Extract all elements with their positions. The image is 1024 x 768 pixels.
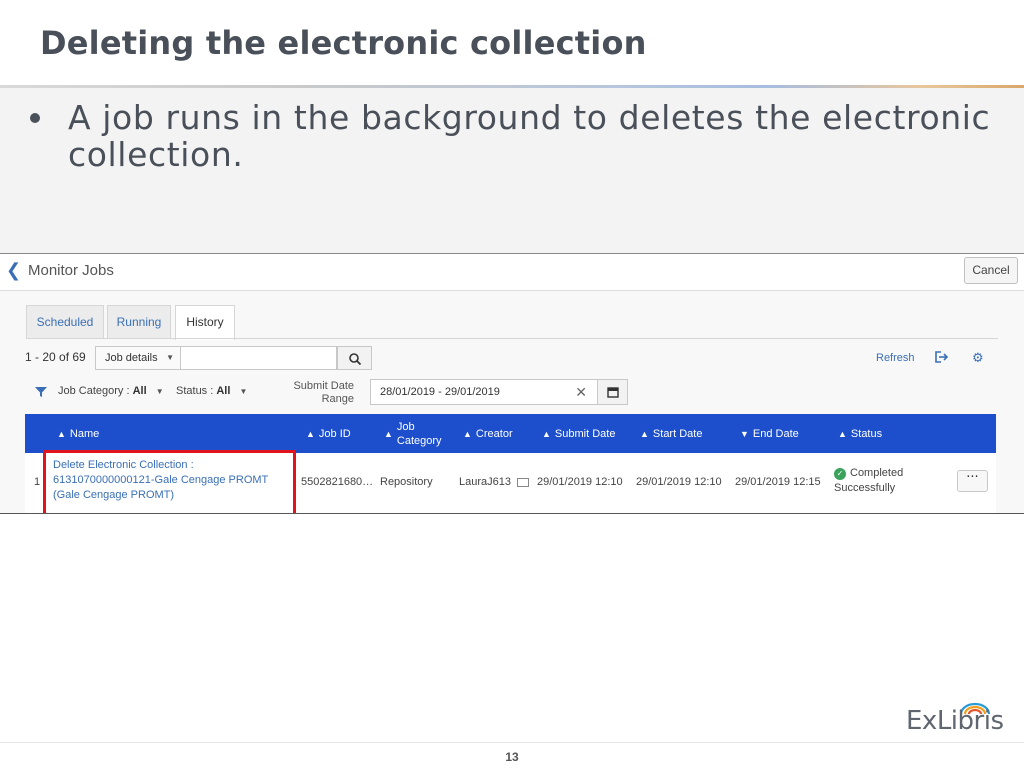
job-category-cell: Repository: [380, 476, 433, 488]
search-scope-label: Job details: [105, 352, 158, 364]
search-icon: [349, 353, 362, 366]
column-header-end-date[interactable]: ▼ End Date: [740, 414, 799, 453]
result-count: 1 - 20 of 69: [25, 350, 86, 364]
job-category-filter-value: All: [132, 385, 147, 397]
creator-name: LauraJ613: [459, 476, 511, 488]
check-circle-icon: ✓: [834, 468, 846, 480]
status-cell: Completed Successfully: [834, 467, 904, 494]
slide-title: Deleting the electronic collection: [40, 24, 647, 62]
gear-icon[interactable]: ⚙: [972, 351, 984, 366]
column-header-status[interactable]: ▲︎ Status: [838, 414, 882, 453]
sort-icon: ▲︎: [838, 428, 847, 439]
page-title: Monitor Jobs: [28, 262, 114, 279]
column-header-start-date[interactable]: ▲︎ Start Date: [640, 414, 702, 453]
start-date-cell: 29/01/2019 12:10: [636, 476, 722, 488]
export-icon[interactable]: [934, 350, 950, 364]
column-header-name[interactable]: ▲︎ Name: [57, 414, 99, 453]
search-input[interactable]: [181, 346, 337, 370]
end-date-cell: 29/01/2019 12:15: [735, 476, 821, 488]
job-id-cell: 5502821680…: [301, 476, 374, 488]
job-category-filter[interactable]: Job Category : All ▼: [58, 385, 164, 397]
sort-icon: ▲︎: [463, 428, 472, 439]
submit-date-label: Submit Date Range: [293, 380, 354, 405]
exlibris-logo: ExLibris: [906, 706, 1004, 736]
back-chevron-icon[interactable]: ❮: [6, 260, 21, 281]
sort-icon: ▲︎: [384, 428, 393, 439]
page-header: ❮ Monitor Jobs Cancel: [0, 254, 1024, 291]
bullet-dot-icon: [30, 113, 40, 123]
search-button[interactable]: [337, 346, 372, 370]
job-category-filter-label: Job Category :: [58, 385, 130, 397]
user-card-icon[interactable]: [517, 477, 530, 487]
caret-down-icon: ▼: [155, 387, 164, 396]
column-header-submit-date[interactable]: ▲︎ Submit Date: [542, 414, 615, 453]
bullet-text: A job runs in the background to deletes …: [68, 98, 991, 174]
sort-icon: ▲︎: [542, 428, 551, 439]
clear-icon[interactable]: ✕: [575, 380, 587, 404]
tab-running[interactable]: Running: [107, 305, 171, 339]
submit-date-value: 28/01/2019 - 29/01/2019: [380, 386, 500, 398]
column-header-job-id[interactable]: ▲︎ Job ID: [306, 414, 351, 453]
status-filter[interactable]: Status : All ▼: [176, 385, 247, 397]
table-header: ▲︎ Name ▲︎ Job ID ▲︎ Job Category ▲︎ Creator…: [25, 414, 996, 453]
calendar-icon: [607, 387, 619, 398]
sort-desc-icon: ▼: [740, 428, 749, 439]
row-index: 1: [34, 476, 41, 488]
footer-divider: [0, 742, 1024, 743]
sort-icon: ▲︎: [306, 428, 315, 439]
filter-icon: [35, 387, 47, 397]
column-header-job-category[interactable]: ▲︎ Job Category: [384, 414, 446, 453]
calendar-button[interactable]: [598, 379, 628, 405]
page-number: 13: [505, 750, 519, 764]
caret-down-icon: ▼: [239, 387, 248, 396]
monitor-jobs-screenshot: ❮ Monitor Jobs Cancel Scheduled Running …: [0, 253, 1024, 514]
caret-down-icon: ▼: [166, 353, 174, 362]
bullet-point: A job runs in the background to deletes …: [30, 99, 1005, 173]
sort-icon: ▲︎: [640, 428, 649, 439]
creator-cell: LauraJ613: [459, 475, 530, 490]
row-actions-button[interactable]: ···: [957, 470, 988, 492]
search-scope-dropdown[interactable]: Job details ▼: [95, 346, 181, 370]
tab-history[interactable]: History: [175, 305, 235, 340]
cancel-button[interactable]: Cancel: [964, 257, 1018, 284]
submit-date-input[interactable]: 28/01/2019 - 29/01/2019 ✕: [370, 379, 598, 405]
status-filter-value: All: [216, 385, 231, 397]
tab-divider: [26, 338, 998, 339]
tab-scheduled[interactable]: Scheduled: [26, 305, 104, 339]
status-filter-label: Status :: [176, 385, 214, 397]
column-header-creator[interactable]: ▲︎ Creator: [463, 414, 513, 453]
sort-icon: ▲︎: [57, 428, 66, 439]
refresh-link[interactable]: Refresh: [876, 352, 915, 364]
highlight-box: [43, 450, 296, 513]
submit-date-cell: 29/01/2019 12:10: [537, 476, 623, 488]
